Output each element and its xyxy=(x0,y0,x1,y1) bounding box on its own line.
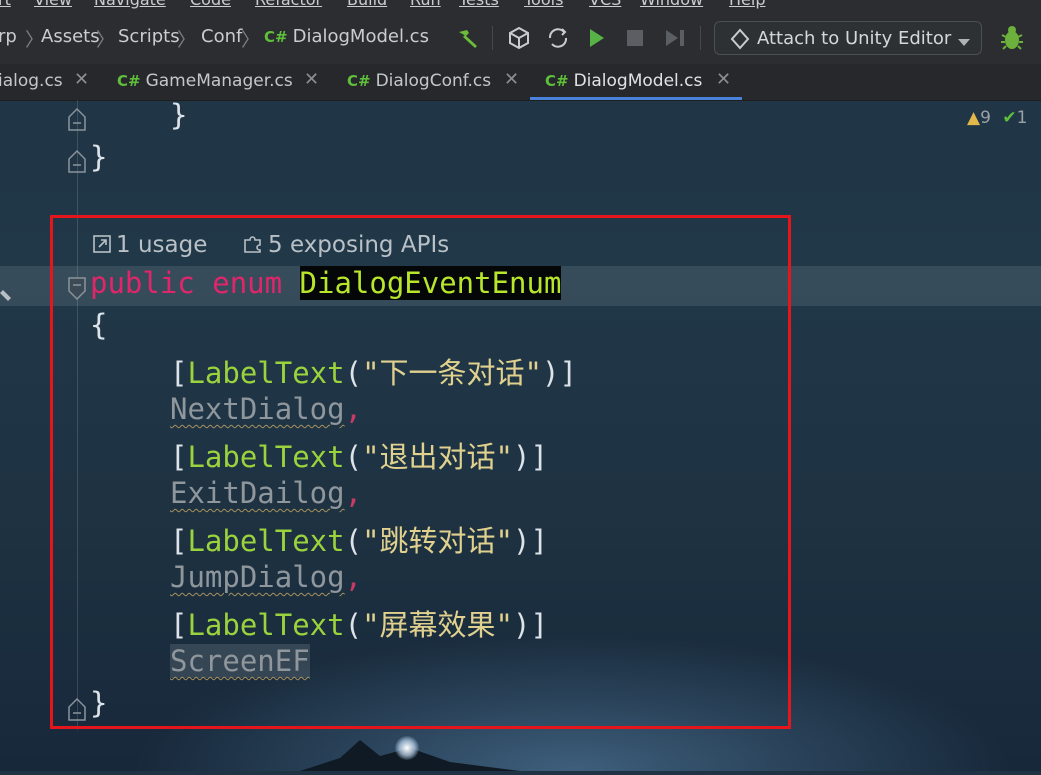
code-line-closing-brace[interactable]: } xyxy=(90,140,107,174)
menu-item-refactor2[interactable]: Refactor xyxy=(255,0,322,9)
attach-label: Attach to Unity Editor xyxy=(757,28,952,49)
menu-item-vcs[interactable]: VCS xyxy=(589,0,621,9)
edit-pencil-icon xyxy=(0,283,12,307)
code-line-closing-brace[interactable]: } xyxy=(170,98,187,132)
editor-tab-bar: ialog.cs ✕ C# GameManager.cs ✕ C# DialogCo… xyxy=(0,64,1041,101)
chevron-down-icon xyxy=(957,33,971,52)
breadcrumb-conf[interactable]: Conf xyxy=(201,26,242,47)
active-tab-indicator xyxy=(530,97,742,100)
unity-refresh-icon[interactable] xyxy=(545,25,571,51)
inspection-widget[interactable]: ▲9 ✔1 xyxy=(967,108,1027,128)
breadcrumb-root[interactable]: rp xyxy=(0,26,17,47)
menu-item-run[interactable]: Run xyxy=(410,0,441,9)
debug-bug-icon[interactable] xyxy=(998,24,1026,52)
warning-count: 9 xyxy=(980,108,991,128)
background-star-glow xyxy=(395,736,419,760)
menu-item-refactor[interactable]: rt xyxy=(0,0,11,9)
close-icon[interactable]: ✕ xyxy=(716,69,731,90)
fold-end-icon[interactable] xyxy=(66,148,88,178)
run-play-icon[interactable] xyxy=(585,25,609,51)
breadcrumb-separator-icon: 〉 xyxy=(241,29,261,51)
menu-item-navigate[interactable]: Navigate xyxy=(94,0,166,9)
breadcrumb-scripts[interactable]: Scripts xyxy=(118,26,180,47)
close-icon[interactable]: ✕ xyxy=(304,69,319,90)
csharp-file-icon: C# xyxy=(264,28,288,46)
unity-logo-icon[interactable] xyxy=(506,25,532,51)
menu-item-help[interactable]: Help xyxy=(729,0,765,9)
build-hammer-icon[interactable] xyxy=(455,26,481,50)
stop-icon[interactable] xyxy=(623,26,647,50)
breadcrumb-file-label: DialogModel.cs xyxy=(292,26,429,47)
menu-item-tests[interactable]: Tests xyxy=(459,0,499,9)
breadcrumb-file[interactable]: C# DialogModel.cs xyxy=(264,26,429,47)
close-icon[interactable]: ✕ xyxy=(74,69,89,90)
tab-dialog[interactable]: ialog.cs ✕ xyxy=(0,64,100,100)
tab-dialogmodel[interactable]: C# DialogModel.cs ✕ xyxy=(530,64,742,100)
menu-bar: rt View Navigate Code Refactor Build Run… xyxy=(0,0,1041,12)
menu-item-view[interactable]: View xyxy=(34,0,72,9)
csharp-file-icon: C# xyxy=(347,72,371,90)
unity-logo-icon xyxy=(729,28,751,54)
csharp-file-icon: C# xyxy=(545,72,569,90)
tab-dialogconf[interactable]: C# DialogConf.cs ✕ xyxy=(332,64,530,100)
navigation-bar: rp 〉 Assets 〉 Scripts 〉 Conf 〉 C# DialogM… xyxy=(0,12,1041,64)
breadcrumb-assets[interactable]: Assets xyxy=(41,26,100,47)
breadcrumb-separator-icon: 〉 xyxy=(177,29,197,51)
breadcrumb-separator-icon: 〉 xyxy=(96,29,116,51)
menu-item-code[interactable]: Code xyxy=(190,0,231,9)
csharp-file-icon: C# xyxy=(117,72,141,90)
attach-to-unity-dropdown[interactable]: Attach to Unity Editor xyxy=(714,21,982,55)
tab-gamemanager[interactable]: C# GameManager.cs ✕ xyxy=(100,64,332,100)
fold-end-icon[interactable] xyxy=(66,106,88,136)
tab-label: ialog.cs xyxy=(0,71,63,91)
step-icon[interactable] xyxy=(662,26,688,50)
close-icon[interactable]: ✕ xyxy=(504,69,519,90)
tab-label: DialogModel.cs xyxy=(573,71,703,91)
highlight-annotation-box xyxy=(50,215,791,729)
menu-item-tools[interactable]: Tools xyxy=(524,0,563,9)
warning-icon: ▲ xyxy=(967,108,981,128)
tab-label: DialogConf.cs xyxy=(375,71,492,91)
tab-label: GameManager.cs xyxy=(145,71,293,91)
ok-count: 1 xyxy=(1016,108,1028,128)
menu-item-window[interactable]: Window xyxy=(640,0,703,9)
menu-item-build[interactable]: Build xyxy=(347,0,387,9)
check-icon: ✔ xyxy=(1002,108,1017,128)
